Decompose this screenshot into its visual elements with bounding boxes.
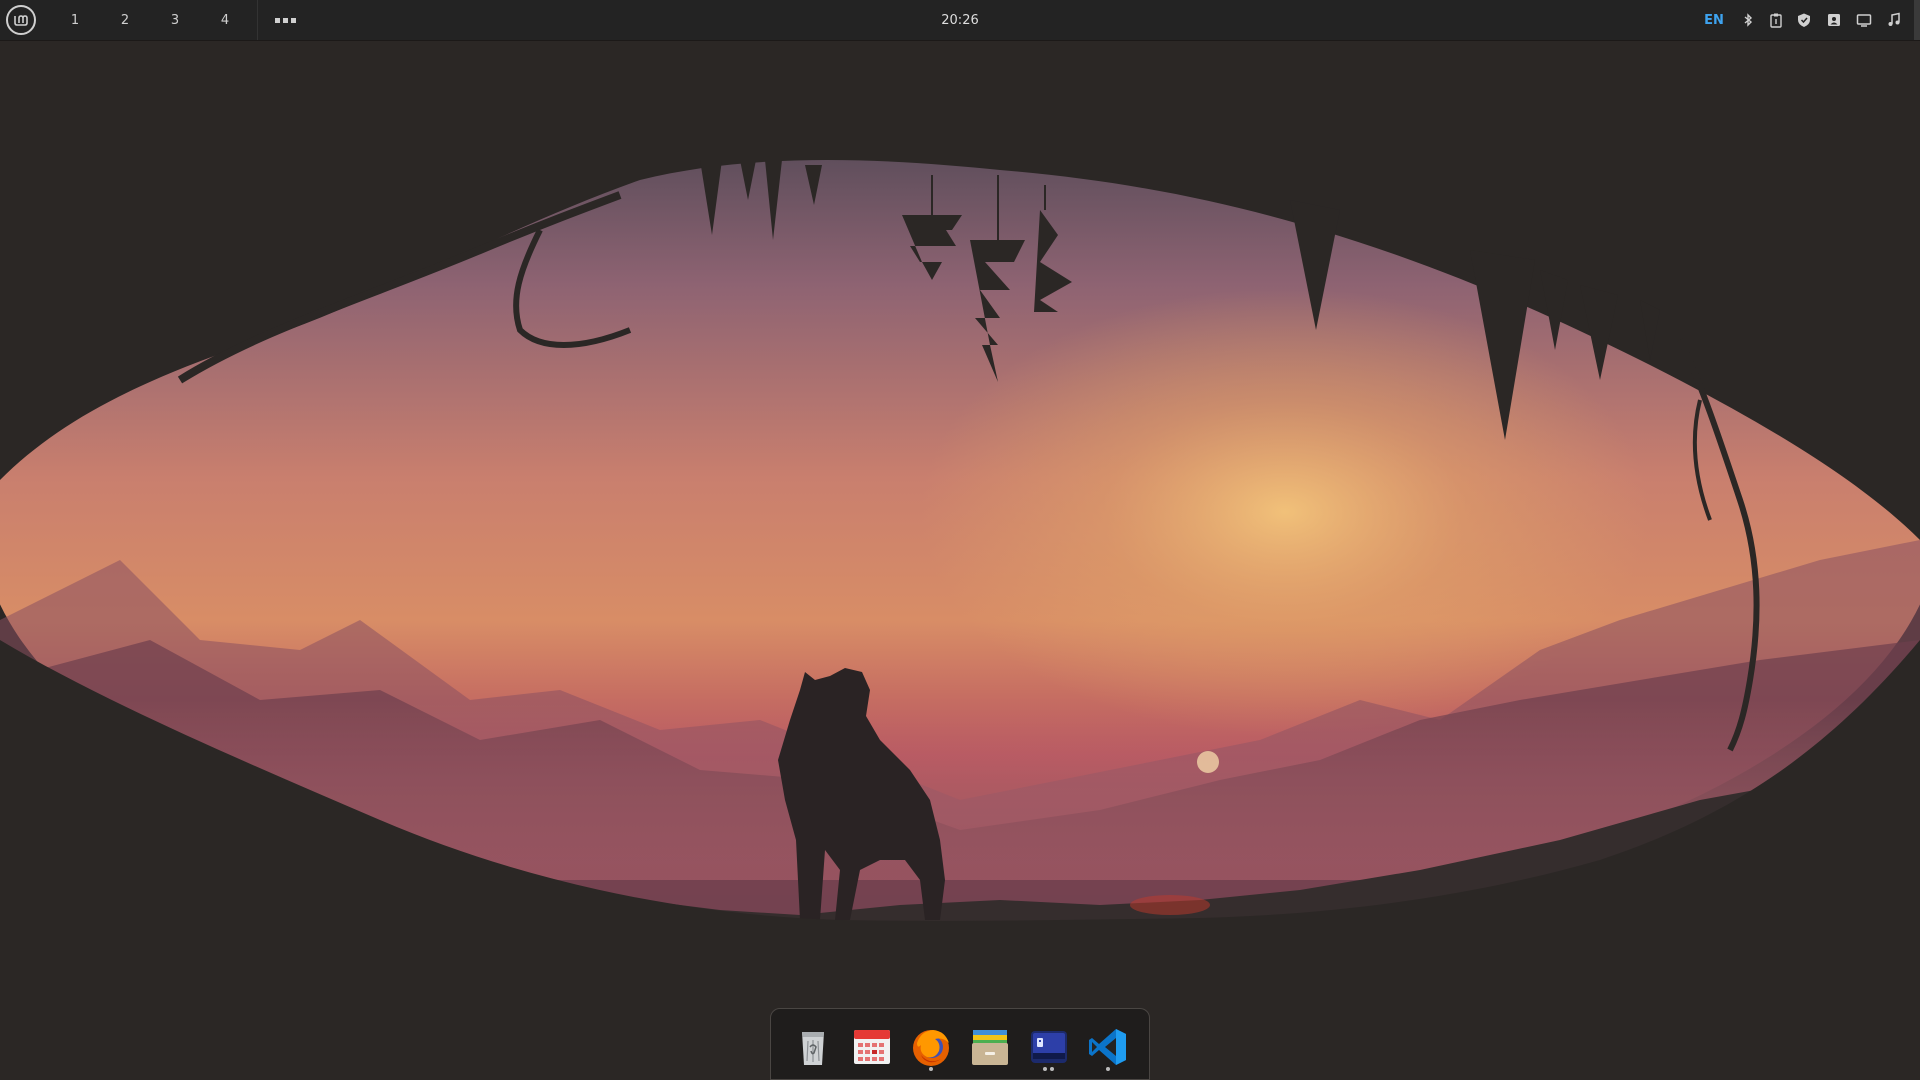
keyboard-layout[interactable]: EN xyxy=(1694,0,1734,40)
running-indicator xyxy=(929,1067,933,1071)
user-icon[interactable] xyxy=(1824,10,1844,30)
terminal-icon xyxy=(1031,1031,1067,1063)
calendar-icon xyxy=(854,1030,890,1064)
workspace-3[interactable]: 3 xyxy=(155,0,195,40)
workspace-label: 4 xyxy=(220,12,230,28)
workspace-1[interactable]: 1 xyxy=(55,0,95,40)
wallpaper xyxy=(0,0,1920,1080)
desktop[interactable] xyxy=(0,0,1920,1080)
music-icon[interactable] xyxy=(1884,10,1904,30)
dock-item-trash[interactable] xyxy=(789,1023,837,1071)
workspace-label: 1 xyxy=(70,12,80,28)
firefox-icon xyxy=(913,1030,949,1066)
top-panel: 1 2 3 4 20:26 EN xyxy=(0,0,1920,40)
more-dots-icon[interactable] xyxy=(270,0,300,40)
linux-mint-logo-icon xyxy=(14,15,28,26)
dock-item-vscode[interactable] xyxy=(1084,1023,1132,1071)
workspace-label: 2 xyxy=(120,12,130,28)
clipboard-icon[interactable] xyxy=(1766,10,1786,30)
panel-edge xyxy=(1914,0,1920,40)
dock-item-firefox[interactable] xyxy=(907,1023,955,1071)
panel-separator xyxy=(257,0,258,40)
running-indicator xyxy=(1106,1067,1110,1071)
trash-icon xyxy=(802,1032,824,1065)
dock-item-terminal[interactable] xyxy=(1025,1023,1073,1071)
shield-icon[interactable] xyxy=(1794,10,1814,30)
bluetooth-icon[interactable] xyxy=(1738,10,1758,30)
workspace-label: 3 xyxy=(170,12,180,28)
dock xyxy=(770,1008,1150,1080)
clock[interactable]: 20:26 xyxy=(910,0,1010,40)
menu-button[interactable] xyxy=(6,5,36,35)
workspace-4[interactable]: 4 xyxy=(205,0,245,40)
display-icon[interactable] xyxy=(1854,10,1874,30)
running-indicator xyxy=(1050,1067,1054,1071)
running-indicator xyxy=(1043,1067,1047,1071)
archive-manager-icon xyxy=(972,1030,1008,1065)
dock-item-calendar[interactable] xyxy=(848,1023,896,1071)
workspace-2[interactable]: 2 xyxy=(105,0,145,40)
dock-item-archive-manager[interactable] xyxy=(966,1023,1014,1071)
vscode-icon xyxy=(1089,1029,1126,1065)
